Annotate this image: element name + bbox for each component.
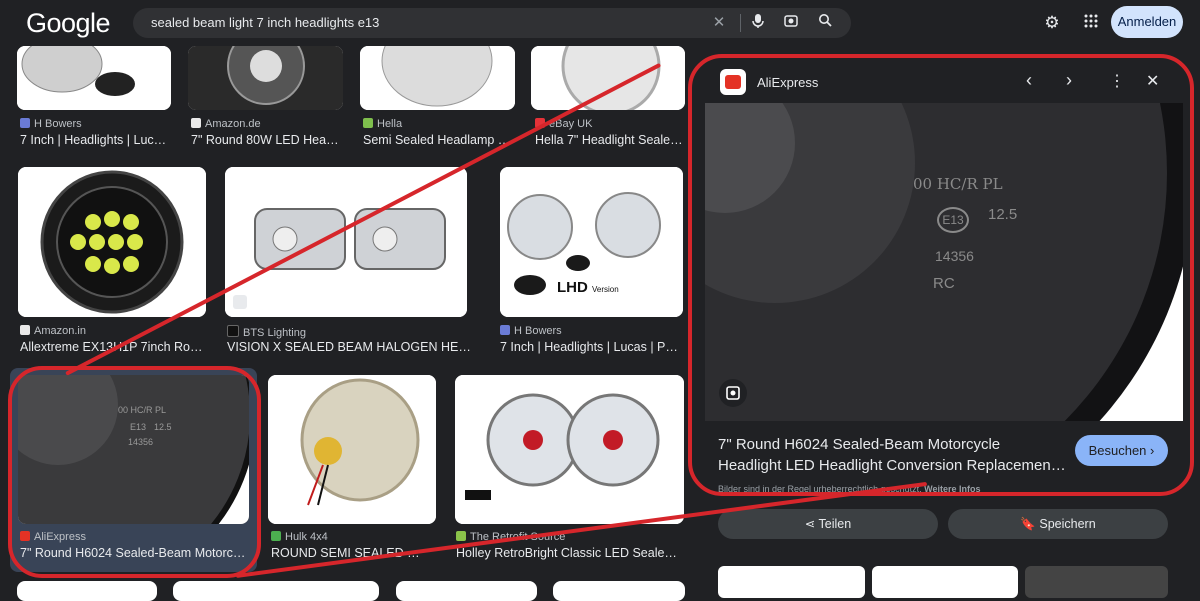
result-image-2[interactable] <box>188 46 343 110</box>
result-title-10[interactable]: Holley RetroBright Classic LED Sealed … <box>456 546 682 560</box>
result-source-2[interactable]: Amazon.de <box>191 118 261 130</box>
result-title-3[interactable]: Semi Sealed Headlamp I… <box>363 133 513 147</box>
result-source-3[interactable]: Hella <box>363 118 402 130</box>
search-input[interactable]: sealed beam light 7 inch headlights e13 <box>151 15 379 30</box>
result-source-7[interactable]: H Bowers <box>500 325 562 337</box>
result-source-5[interactable]: Amazon.in <box>20 325 86 337</box>
sign-in-button[interactable]: Anmelden <box>1111 6 1183 38</box>
share-icon: ⋖ <box>804 517 816 531</box>
result-image-6[interactable] <box>225 167 467 317</box>
result-image-4[interactable] <box>531 46 685 110</box>
settings-gear-icon[interactable]: ⚙ <box>1040 11 1064 35</box>
microphone-icon[interactable] <box>748 13 768 33</box>
google-logo[interactable]: Google <box>26 8 111 39</box>
top-bar: Google sealed beam light 7 inch headligh… <box>0 0 1200 46</box>
result-image-5[interactable] <box>18 167 206 317</box>
bookmark-icon: 🔖 <box>1020 517 1036 531</box>
result-image-10[interactable] <box>455 375 684 524</box>
result-source-1[interactable]: H Bowers <box>20 118 82 130</box>
tag-icon <box>233 295 247 309</box>
share-button[interactable]: ⋖ Teilen <box>718 509 938 539</box>
related-image-1[interactable] <box>718 566 865 598</box>
search-box[interactable]: sealed beam light 7 inch headlights e13 … <box>133 8 851 38</box>
result-image-7[interactable]: LHD Version <box>500 167 683 317</box>
result-source-9[interactable]: Hulk 4x4 <box>271 531 328 543</box>
result-title-6[interactable]: VISION X SEALED BEAM HALOGEN HEAD… <box>227 340 477 354</box>
result-image-1[interactable] <box>17 46 171 110</box>
clear-icon[interactable]: ✕ <box>709 13 729 33</box>
result-title-7[interactable]: 7 Inch | Headlights | Lucas | P7… <box>500 340 683 354</box>
result-image-14[interactable] <box>553 581 685 601</box>
search-icon[interactable] <box>815 13 835 33</box>
related-image-2[interactable] <box>872 566 1018 598</box>
result-image-13[interactable] <box>396 581 537 601</box>
annotation-circle-result <box>8 366 261 578</box>
result-title-1[interactable]: 7 Inch | Headlights | Luca… <box>20 133 170 147</box>
result-title-4[interactable]: Hella 7" Headlight Seale… <box>535 133 685 147</box>
result-source-6[interactable]: BTS Lighting <box>227 325 306 339</box>
result-title-2[interactable]: 7" Round 80W LED Head… <box>191 133 343 147</box>
apps-grid-icon[interactable] <box>1079 11 1103 35</box>
lens-camera-icon[interactable] <box>781 13 801 33</box>
annotation-circle-panel <box>688 54 1194 496</box>
result-image-11[interactable] <box>17 581 157 601</box>
related-image-3[interactable] <box>1025 566 1168 598</box>
result-image-12[interactable] <box>173 581 379 601</box>
result-image-3[interactable] <box>360 46 515 110</box>
save-button[interactable]: 🔖 Speichern <box>948 509 1168 539</box>
lhd-sub-label: Version <box>592 285 619 294</box>
result-image-9[interactable] <box>268 375 436 524</box>
search-divider <box>740 14 741 32</box>
lhd-label: LHD <box>557 279 588 296</box>
